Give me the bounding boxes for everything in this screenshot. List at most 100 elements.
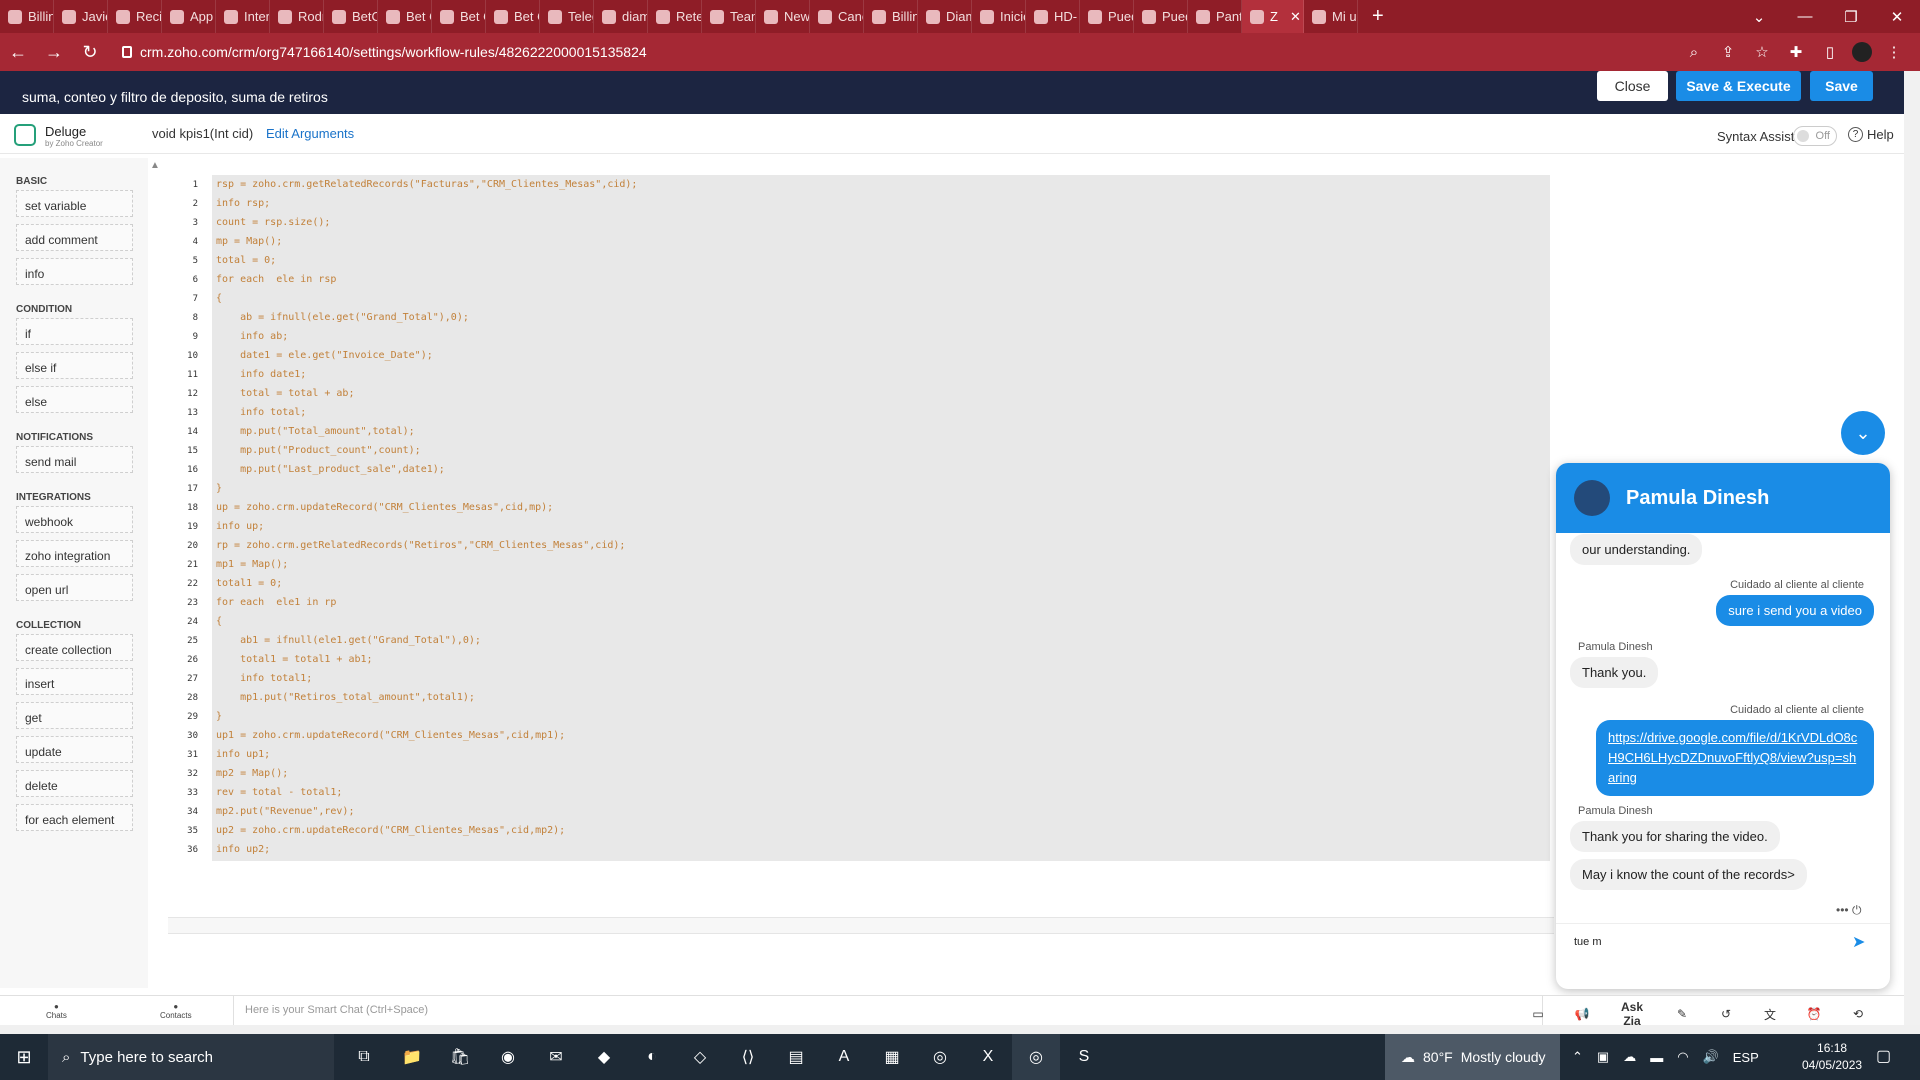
restore-icon[interactable]: ❐	[1828, 8, 1874, 26]
code-line[interactable]: total = total + ab;	[216, 388, 354, 399]
calculator-icon[interactable]: ▦	[868, 1034, 916, 1080]
palette-item[interactable]: send mail	[16, 446, 133, 473]
palette-item[interactable]: get	[16, 702, 133, 729]
palette-item[interactable]: zoho integration	[16, 540, 133, 567]
code-line[interactable]: up1 = zoho.crm.updateRecord("CRM_Cliente…	[216, 730, 565, 741]
browser-tab[interactable]: BetC	[324, 0, 378, 33]
browser-tab[interactable]: Z ✕	[1242, 0, 1304, 33]
palette-item[interactable]: webhook	[16, 506, 133, 533]
code-line[interactable]: mp2.put("Revenue",rev);	[216, 806, 354, 817]
code-line[interactable]: info ab;	[216, 331, 288, 342]
battery-icon[interactable]: ▬	[1650, 1050, 1663, 1065]
save-button[interactable]: Save	[1810, 71, 1873, 101]
help-link[interactable]: ? Help	[1848, 127, 1894, 142]
browser-tab[interactable]: HD-	[1026, 0, 1080, 33]
close-button[interactable]: Close	[1597, 71, 1668, 101]
palette-item[interactable]: add comment	[16, 224, 133, 251]
url-field[interactable]: crm.zoho.com/crm/org747166140/settings/w…	[122, 44, 647, 60]
edge-icon[interactable]: ◉	[484, 1034, 532, 1080]
excel-icon[interactable]: X	[964, 1034, 1012, 1080]
code-line[interactable]: mp.put("Last_product_sale",date1);	[216, 464, 445, 475]
send-icon[interactable]: ➤	[1852, 932, 1865, 952]
mail-icon[interactable]: ✉	[532, 1034, 580, 1080]
code-line[interactable]: count = rsp.size();	[216, 217, 330, 228]
bookmark-star-icon[interactable]: ☆	[1750, 43, 1774, 61]
wifi-icon[interactable]: ◠	[1677, 1049, 1688, 1065]
code-line[interactable]: info up;	[216, 521, 264, 532]
language-indicator[interactable]: ESP	[1733, 1050, 1759, 1065]
code-line[interactable]: }	[216, 711, 222, 722]
file-explorer-icon[interactable]: 📁	[388, 1034, 436, 1080]
browser-tab[interactable]: Team	[702, 0, 756, 33]
browser-tab[interactable]: Recil	[108, 0, 162, 33]
browser-tab[interactable]: Pant	[1188, 0, 1242, 33]
palette-item[interactable]: info	[16, 258, 133, 285]
code-line[interactable]: info up2;	[216, 844, 270, 855]
palette-item[interactable]: else	[16, 386, 133, 413]
browser-tab[interactable]: Inter	[216, 0, 270, 33]
browser-tab[interactable]: Teleg	[540, 0, 594, 33]
code-line[interactable]: total = 0;	[216, 255, 276, 266]
browser-tab[interactable]: Billin	[864, 0, 918, 33]
code-line[interactable]: up2 = zoho.crm.updateRecord("CRM_Cliente…	[216, 825, 565, 836]
browser-tab[interactable]: Inicio	[972, 0, 1026, 33]
skype-icon[interactable]: S	[1060, 1034, 1108, 1080]
browser-tab[interactable]: New	[756, 0, 810, 33]
code-line[interactable]: {	[216, 293, 222, 304]
palette-item[interactable]: open url	[16, 574, 133, 601]
store-icon[interactable]: 🛍	[436, 1034, 484, 1080]
palette-item[interactable]: else if	[16, 352, 133, 379]
back-icon[interactable]: ←	[0, 42, 36, 63]
browser-tab[interactable]: App	[162, 0, 216, 33]
taskbar-clock[interactable]: 16:18 04/05/2023	[1802, 1040, 1862, 1074]
new-tab-button[interactable]: +	[1358, 5, 1398, 28]
browser-tab[interactable]: Canc	[810, 0, 864, 33]
close-window-icon[interactable]: ✕	[1874, 8, 1920, 26]
browser-tab[interactable]: Pued	[1080, 0, 1134, 33]
chrome-active-icon[interactable]: ◎	[1012, 1034, 1060, 1080]
chat-more-icon[interactable]: ••• ⏻	[1836, 903, 1861, 918]
browser-tab[interactable]: Bet C	[432, 0, 486, 33]
code-line[interactable]: ab1 = ifnull(ele1.get("Grand_Total"),0);	[216, 635, 481, 646]
firefox-icon[interactable]: ◐	[628, 1034, 676, 1080]
palette-item[interactable]: if	[16, 318, 133, 345]
tray-chevron-icon[interactable]: ⌃	[1572, 1049, 1583, 1065]
code-line[interactable]: rp = zoho.crm.getRelatedRecords("Retiros…	[216, 540, 625, 551]
sidepanel-icon[interactable]: ▯	[1818, 43, 1842, 61]
browser-tab[interactable]: Javie	[54, 0, 108, 33]
chats-button[interactable]: ● Chats	[46, 1002, 67, 1020]
task-view-icon[interactable]: ⧉	[340, 1034, 388, 1080]
browser-tab[interactable]: Mi u	[1304, 0, 1358, 33]
chat-minimize-button[interactable]: ⌄	[1841, 411, 1885, 455]
profile-avatar[interactable]	[1852, 42, 1872, 62]
zoom-icon[interactable]: ⌕	[1682, 44, 1706, 61]
app-icon[interactable]: ◆	[580, 1034, 628, 1080]
code-line[interactable]: date1 = ele.get("Invoice_Date");	[216, 350, 433, 361]
share-icon[interactable]: ⇪	[1716, 43, 1740, 61]
syntax-assist-toggle[interactable]: Off	[1793, 126, 1837, 146]
acrobat-icon[interactable]: A	[820, 1034, 868, 1080]
edit-arguments-link[interactable]: Edit Arguments	[266, 126, 354, 141]
close-tab-icon[interactable]: ✕	[1290, 9, 1301, 25]
code-line[interactable]: mp1 = Map();	[216, 559, 288, 570]
browser-tab[interactable]: Billin	[0, 0, 54, 33]
extensions-icon[interactable]: ✚	[1784, 43, 1808, 61]
code-line[interactable]: {	[216, 616, 222, 627]
browser-menu-icon[interactable]: ⋮	[1882, 43, 1906, 61]
contacts-button[interactable]: ● Contacts	[160, 1002, 192, 1020]
cloud-sync-icon[interactable]: ☁	[1623, 1049, 1636, 1065]
chat-link-message[interactable]: https://drive.google.com/file/d/1KrVDLdO…	[1596, 720, 1874, 796]
browser-tab[interactable]: Rodr	[270, 0, 324, 33]
meet-icon[interactable]: ▣	[1597, 1049, 1609, 1065]
browser-tab[interactable]: Pued	[1134, 0, 1188, 33]
code-line[interactable]: info date1;	[216, 369, 306, 380]
code-line[interactable]: info total;	[216, 407, 306, 418]
code-line[interactable]: up = zoho.crm.updateRecord("CRM_Clientes…	[216, 502, 553, 513]
save-execute-button[interactable]: Save & Execute	[1676, 71, 1801, 101]
announcement-icon[interactable]: 📢	[1568, 1007, 1596, 1021]
weather-widget[interactable]: ☁ 80°F Mostly cloudy	[1385, 1034, 1560, 1080]
browser-tab[interactable]: Reter	[648, 0, 702, 33]
browser-tab[interactable]: Bet C	[486, 0, 540, 33]
browser-tab[interactable]: Diam	[918, 0, 972, 33]
palette-item[interactable]: create collection	[16, 634, 133, 661]
